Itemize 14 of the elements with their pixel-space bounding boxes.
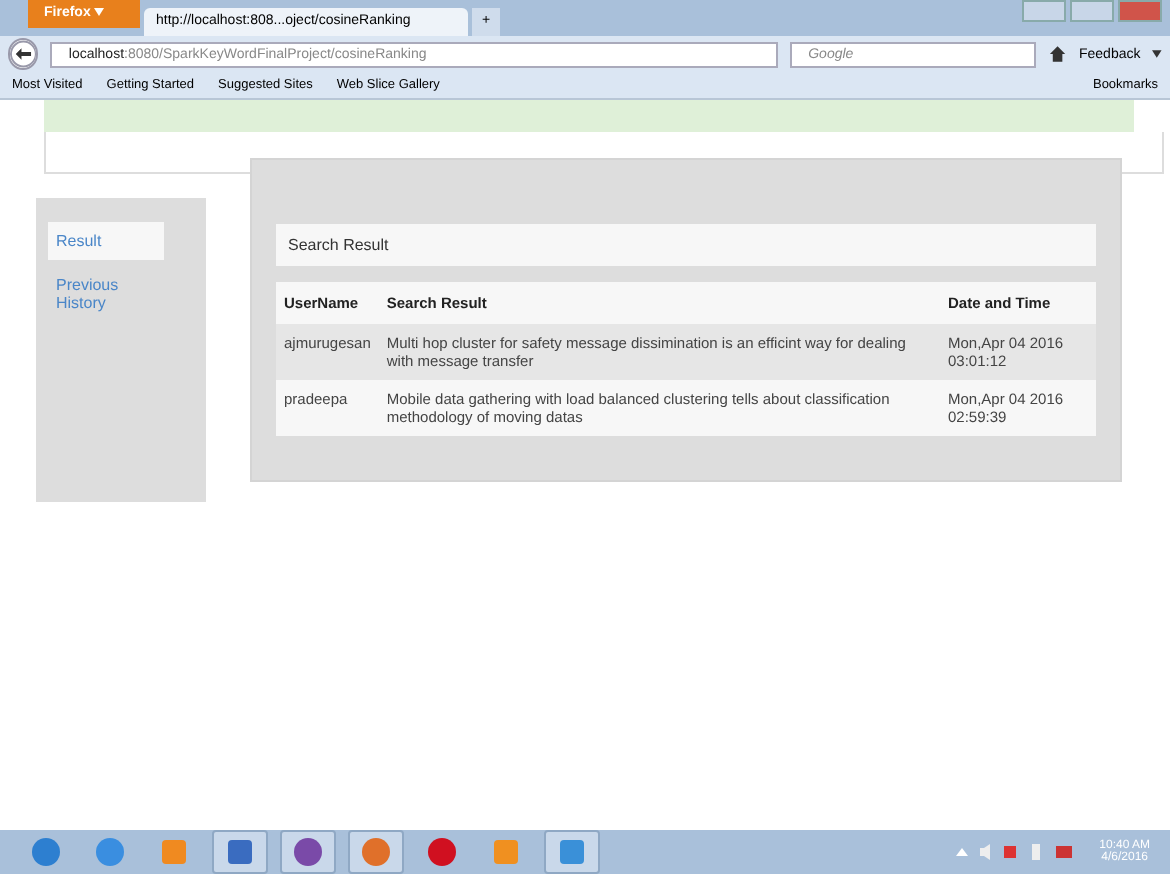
minimize-button[interactable]: [1022, 0, 1066, 22]
taskbar-app-icon[interactable]: [544, 830, 600, 874]
taskbar-app-icon[interactable]: [348, 830, 404, 874]
dropdown-caret-icon: [94, 8, 105, 16]
close-button[interactable]: [1118, 0, 1162, 22]
taskbar-app-icon[interactable]: [280, 830, 336, 874]
system-tray-icons[interactable]: [955, 844, 1076, 860]
dropdown-caret-icon[interactable]: [1152, 50, 1163, 58]
panel-title: Search Result: [276, 224, 1096, 266]
taskbar-app-icon[interactable]: [212, 830, 268, 874]
back-button[interactable]: [8, 38, 39, 70]
sidebar-link[interactable]: Result: [48, 222, 164, 260]
restore-button[interactable]: [1070, 0, 1114, 22]
home-icon[interactable]: [1047, 44, 1067, 64]
